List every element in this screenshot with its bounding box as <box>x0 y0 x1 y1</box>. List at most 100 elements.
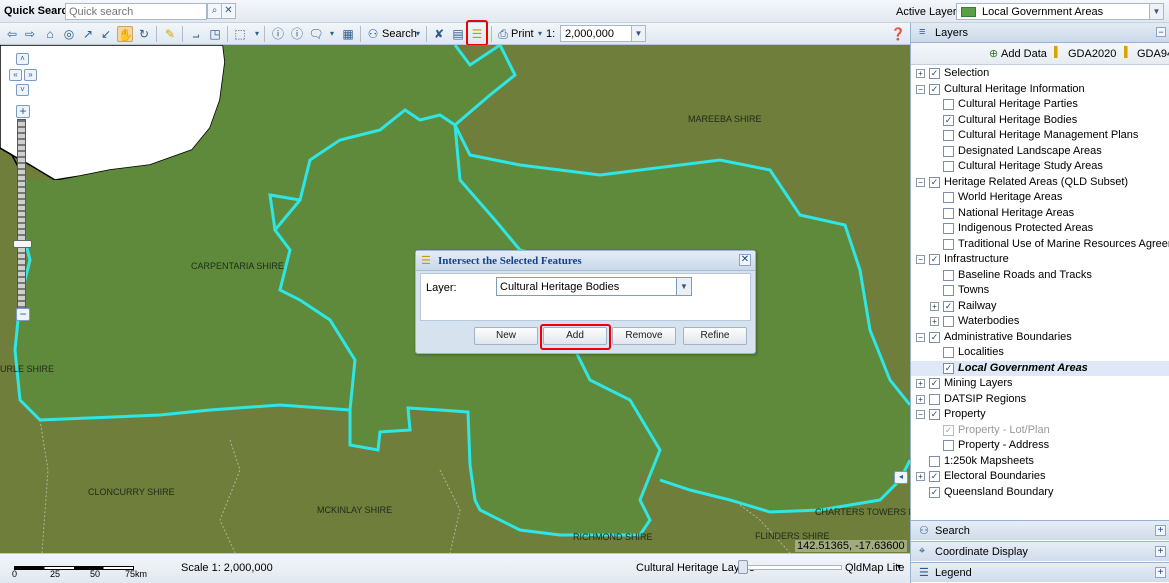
layer-checkbox[interactable]: ✓ <box>929 486 940 498</box>
chevron-down-icon[interactable]: ▼ <box>1149 4 1163 19</box>
layer-checkbox[interactable]: ✓ <box>929 68 940 79</box>
layer-checkbox[interactable]: ✓ <box>929 331 940 343</box>
layer-checkbox[interactable]: ✓ <box>929 409 940 420</box>
pan-right-icon[interactable]: » <box>24 69 37 81</box>
layer-tree-row[interactable]: + ✓ Mining Layers <box>911 376 1169 391</box>
expand-icon[interactable]: + <box>1155 546 1166 557</box>
expand-icon[interactable]: + <box>1155 567 1166 578</box>
zoom-out-icon[interactable]: − <box>16 308 30 321</box>
layer-tree-row[interactable]: − ✓ Administrative Boundaries <box>911 330 1169 345</box>
layer-checkbox[interactable]: ✓ <box>929 176 940 188</box>
info-icon[interactable]: ⓘ <box>289 26 305 42</box>
layer-tree-row[interactable]: Towns <box>911 283 1169 298</box>
clear-icon[interactable]: ✕ <box>221 3 236 19</box>
layer-tree-row[interactable]: + Waterbodies <box>911 314 1169 329</box>
layer-checkbox[interactable] <box>943 285 954 296</box>
layer-checkbox[interactable] <box>929 393 940 405</box>
pan-hand-icon[interactable]: ✋ <box>117 26 133 42</box>
layer-tree-row[interactable]: ✓ Local Government Areas <box>911 360 1169 376</box>
layer-checkbox[interactable] <box>943 192 954 203</box>
layer-tree-row[interactable]: Designated Landscape Areas <box>911 144 1169 159</box>
layer-tree-row[interactable]: + DATSIP Regions <box>911 392 1169 407</box>
layer-tree-row[interactable]: World Heritage Areas <box>911 190 1169 205</box>
expand-icon[interactable]: + <box>930 317 939 326</box>
table-icon[interactable]: ▦ <box>340 26 356 42</box>
pan-down-icon[interactable]: ˅ <box>16 84 29 96</box>
layer-checkbox[interactable] <box>943 316 954 327</box>
refine-button[interactable]: Refine <box>683 327 747 345</box>
active-layer-select[interactable]: Local Government Areas ▼ <box>956 3 1164 20</box>
layer-checkbox[interactable]: ✓ <box>929 471 940 482</box>
collapse-icon[interactable]: − <box>916 255 925 264</box>
forward-arrow-icon[interactable]: ⇨ <box>22 26 38 42</box>
layer-tree-row[interactable]: National Heritage Areas <box>911 206 1169 221</box>
chevron-down-icon[interactable]: ▾ <box>897 562 901 571</box>
layer-checkbox[interactable]: ✓ <box>943 300 954 312</box>
layer-checkbox[interactable] <box>943 99 954 110</box>
layer-checkbox[interactable] <box>943 440 954 451</box>
layer-checkbox[interactable] <box>943 161 954 172</box>
expand-icon[interactable]: + <box>930 301 939 311</box>
layer-tree-row[interactable]: + ✓ Selection <box>911 66 1169 81</box>
remove-button[interactable]: Remove <box>612 327 676 345</box>
layer-checkbox[interactable] <box>943 145 954 157</box>
quick-search-input[interactable] <box>65 3 207 20</box>
search-icon[interactable]: ⌕ <box>207 3 222 19</box>
layer-tree-row[interactable]: − ✓ Infrastructure <box>911 252 1169 267</box>
layer-checkbox[interactable]: ✓ <box>943 114 954 126</box>
expand-icon[interactable]: + <box>916 69 925 78</box>
layer-tree-row[interactable]: Traditional Use of Marine Resources Agre… <box>911 237 1169 252</box>
binoculars-icon[interactable]: ⚇ <box>365 26 381 42</box>
select-box-icon[interactable]: ⬚ <box>232 26 248 42</box>
layer-checkbox[interactable]: ✓ <box>943 362 954 374</box>
chevron-down-icon[interactable]: ▼ <box>631 26 645 41</box>
zoom-in-arrow-icon[interactable]: ↗ <box>80 26 96 42</box>
layer-checkbox[interactable] <box>943 207 954 219</box>
layer-checkbox[interactable]: ✓ <box>929 378 940 389</box>
layer-checkbox[interactable] <box>943 238 954 250</box>
expand-icon[interactable]: + <box>1155 525 1166 536</box>
globe-icon[interactable]: ◎ <box>61 26 77 42</box>
pan-up-icon[interactable]: ˄ <box>16 53 29 65</box>
layer-tree-row[interactable]: Baseline Roads and Tracks <box>911 268 1169 283</box>
clear-selection-icon[interactable]: ✘ <box>431 26 447 42</box>
zoom-out-arrow-icon[interactable]: ↙ <box>98 26 114 42</box>
collapse-icon[interactable]: − <box>1156 27 1166 37</box>
expand-icon[interactable]: + <box>916 379 925 388</box>
chevron-down-icon[interactable]: ▾ <box>324 26 340 42</box>
layer-tree-row[interactable]: − ✓ Heritage Related Areas (QLD Subset) <box>911 175 1169 190</box>
chevron-down-icon[interactable]: ▾ <box>249 26 265 42</box>
layer-tree-row[interactable]: ✓ Property - Lot/Plan <box>911 423 1169 438</box>
back-arrow-icon[interactable]: ⇦ <box>4 26 20 42</box>
identify-icon[interactable]: ⓘ <box>270 26 286 42</box>
collapse-icon[interactable]: − <box>916 84 925 94</box>
refresh-icon[interactable]: ↻ <box>136 26 152 42</box>
zoom-in-icon[interactable]: + <box>16 105 30 118</box>
close-icon[interactable]: ✕ <box>739 254 751 266</box>
measure-area-icon[interactable]: ◳ <box>207 26 223 42</box>
home-icon[interactable]: ⌂ <box>42 26 58 42</box>
layer-checkbox[interactable] <box>929 455 940 467</box>
layer-checkbox[interactable] <box>943 347 954 358</box>
layer-tree-row[interactable]: ✓ Queensland Boundary <box>911 485 1169 500</box>
basemap-select[interactable]: QldMap Lite <box>845 562 904 574</box>
expand-icon[interactable]: + <box>916 472 925 481</box>
dialog-header[interactable]: ☰ Intersect the Selected Features ✕ <box>416 251 755 271</box>
printer-icon[interactable]: ⎙ <box>495 26 511 42</box>
gda94-button[interactable]: GDA94 <box>1137 48 1169 60</box>
layer-select[interactable]: Cultural Heritage Bodies ▼ <box>496 277 692 296</box>
layer-tree-row[interactable]: − ✓ Property <box>911 407 1169 422</box>
help-icon[interactable]: ❓ <box>890 26 906 42</box>
measure-line-icon[interactable]: ⨼ <box>188 26 204 42</box>
collapse-icon[interactable]: − <box>916 332 925 342</box>
pan-left-icon[interactable]: « <box>9 69 22 81</box>
expand-left-icon[interactable]: ◂ <box>894 471 908 484</box>
opacity-slider[interactable] <box>741 565 842 570</box>
layer-tree-row[interactable]: Indigenous Protected Areas <box>911 221 1169 236</box>
layer-tree-row[interactable]: Property - Address <box>911 438 1169 453</box>
layer-tree-row[interactable]: Cultural Heritage Study Areas <box>911 159 1169 174</box>
scale-select[interactable]: 2,000,000 ▼ <box>560 25 646 42</box>
layer-tree-row[interactable]: − ✓ Cultural Heritage Information <box>911 82 1169 97</box>
comment-icon[interactable]: 🗨 <box>308 26 324 42</box>
layer-checkbox[interactable] <box>943 269 954 281</box>
